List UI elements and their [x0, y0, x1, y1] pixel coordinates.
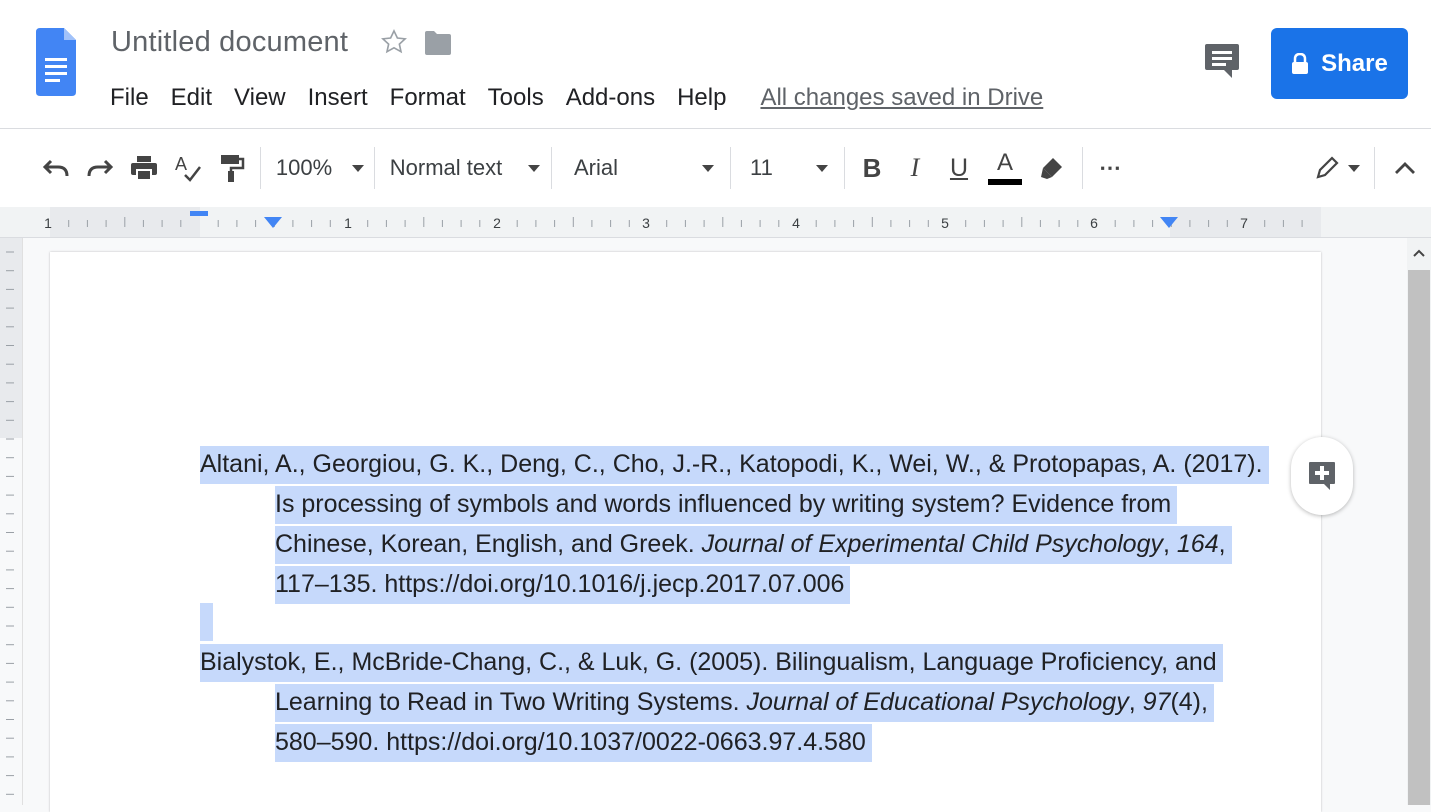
- menu-help[interactable]: Help: [677, 84, 726, 112]
- pencil-icon: [1316, 156, 1339, 179]
- text-color-label: A: [996, 149, 1013, 176]
- toolbar-divider: [1082, 147, 1083, 189]
- citation-text: Learning to Read in Two Writing Systems.: [275, 688, 747, 716]
- toolbar-divider: [1374, 147, 1375, 189]
- font-size-select[interactable]: 11: [742, 129, 836, 207]
- citation-text: Chinese, Korean, English, and Greek.: [275, 530, 702, 558]
- chevron-down-icon: [702, 164, 714, 172]
- chevron-down-icon: [352, 164, 365, 172]
- citation-line: 580–590. https://doi.org/10.1037/0022-06…: [275, 724, 872, 762]
- scroll-up-arrow-icon[interactable]: [1407, 238, 1431, 268]
- bold-button[interactable]: B: [854, 129, 890, 207]
- journal-volume: 97: [1142, 688, 1171, 716]
- menu-file[interactable]: File: [110, 84, 149, 112]
- star-icon[interactable]: [380, 28, 408, 56]
- paragraph-style-value: Normal text: [389, 155, 503, 180]
- text-color-swatch: [988, 179, 1022, 185]
- ruler-label: 1: [344, 215, 352, 231]
- zoom-select[interactable]: 100%: [272, 129, 368, 207]
- italic-label: I: [910, 153, 920, 182]
- underline-button[interactable]: U: [941, 129, 977, 207]
- underline-label: U: [949, 153, 969, 182]
- citation-separator: ,: [1128, 688, 1143, 716]
- menu-insert[interactable]: Insert: [308, 84, 368, 112]
- chevron-down-icon: [528, 164, 541, 172]
- citation-separator: ,: [1162, 530, 1177, 558]
- ruler-label: 5: [941, 215, 949, 231]
- citation-altani[interactable]: Altani, A., Georgiou, G. K., Deng, C., C…: [200, 444, 1269, 604]
- ruler-label: 1: [44, 215, 52, 231]
- zoom-value: 100%: [275, 155, 333, 180]
- editing-mode-select[interactable]: [1308, 129, 1366, 207]
- docs-logo-icon[interactable]: [36, 28, 76, 100]
- vertical-ruler[interactable]: [0, 238, 23, 805]
- ruler-label: 3: [642, 215, 650, 231]
- vertical-ruler-scale: [0, 238, 22, 795]
- add-comment-button[interactable]: [1291, 437, 1353, 515]
- toolbar-divider: [260, 147, 261, 189]
- journal-title: Journal of Experimental Child Psychology: [701, 530, 1163, 558]
- share-label: Share: [1321, 49, 1388, 77]
- font-size-value: 11: [750, 155, 773, 180]
- lock-icon: [1292, 52, 1309, 74]
- toolbar-divider: [844, 147, 845, 189]
- toolbar-divider: [374, 147, 375, 189]
- citation-line: Altani, A., Georgiou, G. K., Deng, C., C…: [200, 446, 1269, 484]
- menu-bar: File Edit View Insert Format Tools Add-o…: [110, 82, 1043, 114]
- italic-button[interactable]: I: [897, 129, 933, 207]
- menu-format[interactable]: Format: [390, 84, 466, 112]
- paint-format-icon[interactable]: [214, 129, 250, 207]
- saved-status-link[interactable]: All changes saved in Drive: [760, 84, 1043, 112]
- more-options-button[interactable]: ⋯: [1092, 129, 1128, 207]
- horizontal-ruler[interactable]: 1 1 2 3 4 5 6 7: [0, 207, 1431, 238]
- comments-icon[interactable]: [1204, 42, 1240, 82]
- folder-icon[interactable]: [424, 30, 452, 56]
- toolbar: A 100% Normal text Arial 11 B I U A ⋯: [0, 129, 1431, 208]
- journal-volume: 164: [1176, 530, 1219, 558]
- ruler-label: 6: [1090, 215, 1098, 231]
- vertical-ruler-margin: [0, 238, 22, 438]
- citation-line: Bialystok, E., McBride-Chang, C., & Luk,…: [200, 644, 1223, 682]
- redo-icon[interactable]: [82, 129, 118, 207]
- font-family-value: Arial: [574, 155, 619, 180]
- citation-line: Is processing of symbols and words influ…: [275, 486, 1178, 524]
- citation-issue: (4),: [1170, 688, 1208, 716]
- document-page[interactable]: Altani, A., Georgiou, G. K., Deng, C., C…: [50, 252, 1321, 812]
- undo-icon[interactable]: [38, 129, 74, 207]
- collapse-menus-icon[interactable]: [1386, 129, 1424, 207]
- chevron-down-icon: [1348, 164, 1360, 172]
- more-label: ⋯: [1099, 155, 1121, 180]
- citation-line: 117–135. https://doi.org/10.1016/j.jecp.…: [275, 566, 851, 604]
- menu-tools[interactable]: Tools: [488, 84, 544, 112]
- ruler-label: 2: [493, 215, 501, 231]
- journal-title: Journal of Educational Psychology: [746, 688, 1129, 716]
- ruler-scale: 1 1 2 3 4 5 6 7: [44, 207, 1321, 237]
- first-line-indent-marker[interactable]: [190, 211, 208, 216]
- print-icon[interactable]: [126, 129, 162, 207]
- text-color-button[interactable]: A: [985, 129, 1025, 207]
- spellcheck-icon[interactable]: A: [170, 129, 206, 207]
- ruler-label: 4: [792, 215, 800, 231]
- menu-addons[interactable]: Add-ons: [566, 84, 655, 112]
- selected-empty-line: [200, 603, 213, 641]
- menu-view[interactable]: View: [234, 84, 286, 112]
- paragraph-style-select[interactable]: Normal text: [388, 129, 542, 207]
- app-header: Untitled document File Edit View Insert …: [0, 0, 1431, 129]
- font-family-select[interactable]: Arial: [566, 129, 722, 207]
- share-button[interactable]: Share: [1271, 28, 1408, 99]
- highlight-icon[interactable]: [1034, 129, 1070, 207]
- citation-bialystok[interactable]: Bialystok, E., McBride-Chang, C., & Luk,…: [200, 642, 1223, 762]
- svg-text:A: A: [175, 154, 187, 174]
- document-title[interactable]: Untitled document: [111, 26, 348, 59]
- bold-label: B: [862, 152, 882, 183]
- chevron-down-icon: [816, 164, 828, 172]
- ruler-label: 7: [1240, 215, 1248, 231]
- add-comment-icon: [1309, 462, 1335, 490]
- citation-separator: ,: [1218, 530, 1226, 558]
- toolbar-divider: [730, 147, 731, 189]
- toolbar-divider: [551, 147, 552, 189]
- left-indent-marker[interactable]: [264, 217, 282, 228]
- scrollbar-thumb[interactable]: [1408, 270, 1430, 805]
- menu-edit[interactable]: Edit: [171, 84, 212, 112]
